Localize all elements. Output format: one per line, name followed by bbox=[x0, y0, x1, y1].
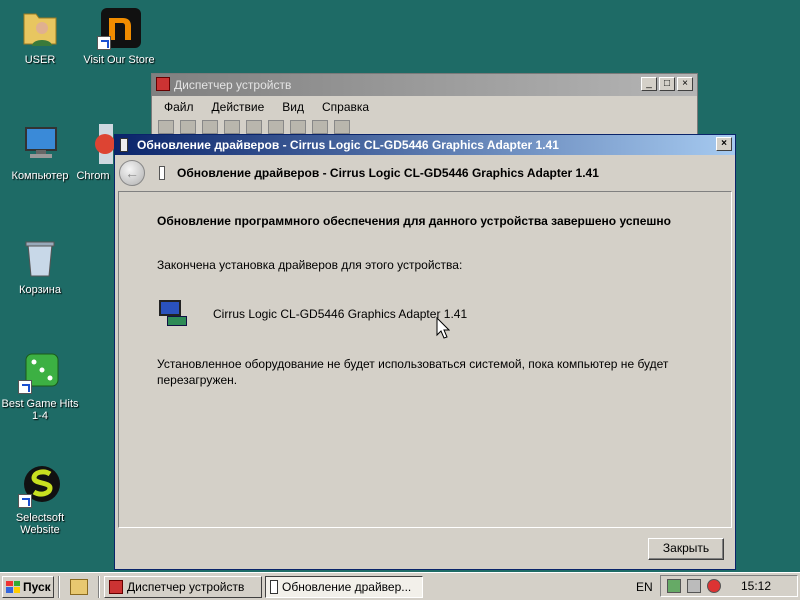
taskbar: Пуск Диспетчер устройств Обновление драй… bbox=[0, 572, 800, 600]
device-row: Cirrus Logic CL-GD5446 Graphics Adapter … bbox=[157, 300, 693, 328]
dialog-close-button[interactable]: × bbox=[716, 137, 732, 151]
display-adapter-icon bbox=[157, 300, 187, 328]
desktop-icon-computer[interactable]: Компьютер bbox=[0, 122, 80, 182]
device-name: Cirrus Logic CL-GD5446 Graphics Adapter … bbox=[213, 307, 468, 321]
menu-bar: Файл Действие Вид Справка bbox=[152, 96, 697, 118]
dialog-content: Обновление программного обеспечения для … bbox=[118, 191, 732, 528]
back-arrow-icon[interactable]: ← bbox=[119, 160, 145, 186]
taskbar-separator bbox=[58, 575, 60, 598]
device-manager-icon bbox=[156, 77, 170, 91]
start-button[interactable]: Пуск bbox=[2, 575, 54, 598]
recycle-bin-icon bbox=[18, 236, 62, 280]
desktop-icon-game-hits[interactable]: Best Game Hits 1-4 bbox=[0, 350, 80, 422]
refresh-icon[interactable] bbox=[224, 120, 240, 134]
device-icon bbox=[159, 166, 165, 180]
device-icon bbox=[120, 138, 128, 152]
update-driver-dialog[interactable]: Обновление драйверов - Cirrus Logic CL-G… bbox=[114, 134, 736, 570]
menu-view[interactable]: Вид bbox=[282, 100, 304, 114]
dice-icon bbox=[18, 350, 62, 394]
computer-icon bbox=[18, 122, 62, 166]
back-icon[interactable] bbox=[158, 120, 174, 134]
network-icon[interactable] bbox=[687, 579, 701, 593]
maximize-button[interactable]: □ bbox=[659, 77, 675, 91]
dialog-header: ← Обновление драйверов - Cirrus Logic CL… bbox=[115, 155, 735, 191]
language-indicator[interactable]: EN bbox=[636, 580, 653, 594]
system-tray: 15:12 bbox=[660, 575, 798, 597]
restart-warning: Установленное оборудование не будет испо… bbox=[157, 357, 669, 387]
shortcut-arrow-icon bbox=[18, 380, 32, 394]
clock[interactable]: 15:12 bbox=[741, 579, 771, 593]
desktop-icon-label: Chrom bbox=[76, 170, 110, 182]
task-label: Диспетчер устройств bbox=[127, 579, 245, 594]
device-icon bbox=[270, 579, 278, 594]
desktop-icon-label: Selectsoft Website bbox=[15, 512, 65, 536]
close-button[interactable]: × bbox=[677, 77, 693, 91]
dialog-header-title: Обновление драйверов - Cirrus Logic CL-G… bbox=[177, 166, 599, 180]
desktop-icon-user[interactable]: USER bbox=[0, 6, 80, 66]
help-icon[interactable] bbox=[246, 120, 262, 134]
install-text: Закончена установка драйверов для этого … bbox=[157, 258, 463, 272]
scan-icon[interactable] bbox=[268, 120, 284, 134]
success-title: Обновление программного обеспечения для … bbox=[157, 214, 671, 228]
properties-icon[interactable] bbox=[202, 120, 218, 134]
uninstall-icon[interactable] bbox=[312, 120, 328, 134]
store-icon bbox=[97, 6, 141, 50]
safely-remove-hardware-icon[interactable] bbox=[667, 579, 681, 593]
desktop-icon-chrome[interactable]: Chrom bbox=[70, 122, 116, 182]
update-driver-icon[interactable] bbox=[290, 120, 306, 134]
device-manager-title: Диспетчер устройств bbox=[174, 78, 292, 92]
desktop-icon-label: Компьютер bbox=[11, 170, 69, 182]
windows-flag-icon bbox=[6, 580, 20, 593]
start-label: Пуск bbox=[23, 579, 51, 594]
dialog-title: Обновление драйверов - Cirrus Logic CL-G… bbox=[137, 138, 559, 152]
task-label: Обновление драйвер... bbox=[282, 579, 412, 594]
desktop-icon-selectsoft[interactable]: Selectsoft Website bbox=[0, 464, 80, 536]
device-manager-icon bbox=[109, 579, 123, 594]
desktop-icon-recycle-bin[interactable]: Корзина bbox=[0, 236, 80, 296]
close-button[interactable]: Закрыть bbox=[648, 538, 724, 560]
disable-icon[interactable] bbox=[334, 120, 350, 134]
menu-action[interactable]: Действие bbox=[212, 100, 265, 114]
minimize-button[interactable]: _ bbox=[641, 77, 657, 91]
dialog-titlebar[interactable]: Обновление драйверов - Cirrus Logic CL-G… bbox=[115, 135, 735, 155]
desktop-icon-label: Best Game Hits 1-4 bbox=[1, 398, 79, 422]
chrome-icon bbox=[71, 122, 115, 166]
device-manager-titlebar[interactable]: Диспетчер устройств _ □ × bbox=[152, 74, 697, 96]
desktop-icon-label: Visit Our Store bbox=[83, 54, 155, 66]
desktop-icon-label: USER bbox=[24, 54, 56, 66]
mouse-cursor-icon bbox=[436, 316, 451, 342]
selectsoft-icon bbox=[18, 464, 62, 508]
explorer-quicklaunch-icon[interactable] bbox=[70, 578, 88, 595]
task-update-driver[interactable]: Обновление драйвер... bbox=[265, 575, 423, 598]
shortcut-arrow-icon bbox=[18, 494, 32, 508]
device-manager-window[interactable]: Диспетчер устройств _ □ × Файл Действие … bbox=[151, 73, 698, 143]
menu-help[interactable]: Справка bbox=[322, 100, 369, 114]
taskbar-separator bbox=[98, 575, 100, 598]
user-folder-icon bbox=[18, 6, 62, 50]
desktop-icon-store[interactable]: Visit Our Store bbox=[79, 6, 159, 66]
desktop-icon-label: Корзина bbox=[19, 284, 61, 296]
menu-file[interactable]: Файл bbox=[164, 100, 194, 114]
task-device-manager[interactable]: Диспетчер устройств bbox=[104, 575, 262, 598]
shortcut-arrow-icon bbox=[97, 36, 111, 50]
volume-muted-icon[interactable] bbox=[707, 579, 721, 593]
forward-icon[interactable] bbox=[180, 120, 196, 134]
